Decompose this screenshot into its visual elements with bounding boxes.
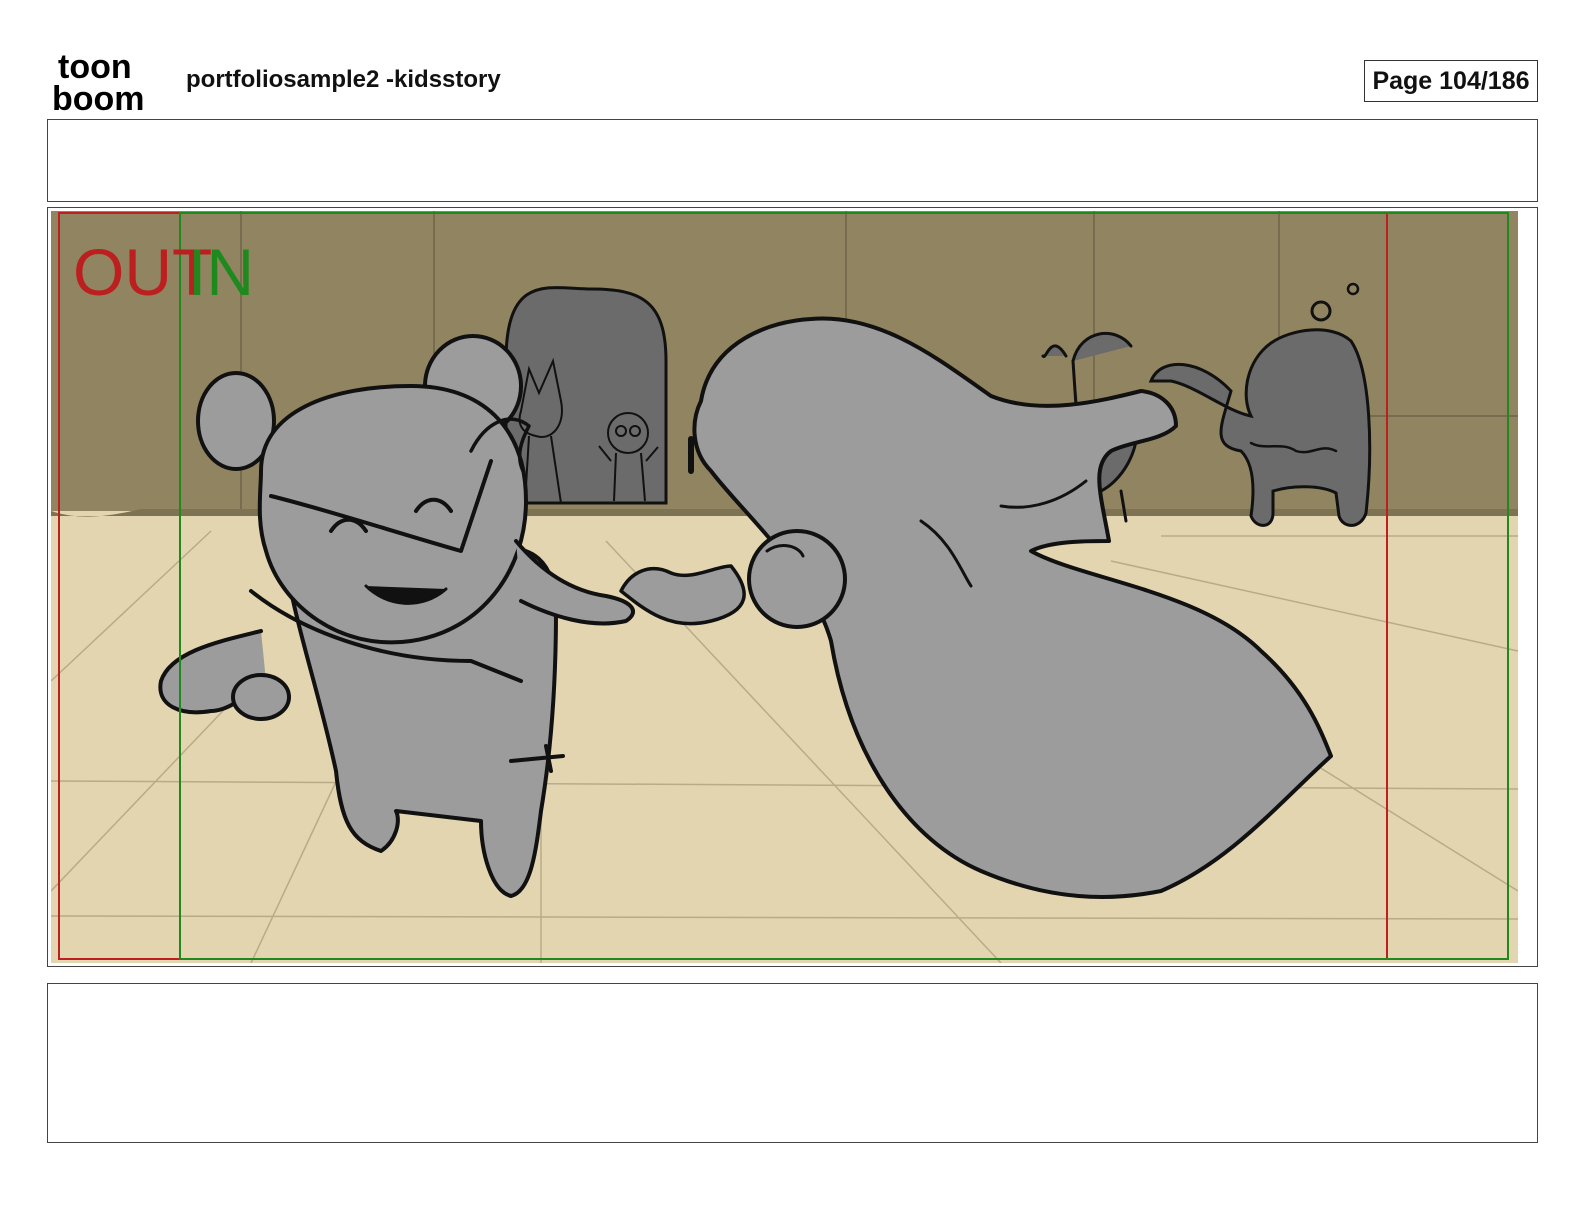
toonboom-logo: toon boom bbox=[52, 50, 145, 112]
logo-text-bottom: boom bbox=[52, 80, 145, 112]
bottom-notes-box bbox=[47, 983, 1538, 1143]
document-title: portfoliosample2 -kidsstory bbox=[186, 66, 501, 93]
top-notes-box bbox=[47, 119, 1538, 202]
page-number-badge: Page 104/186 bbox=[1364, 60, 1538, 102]
in-frame-label: IN bbox=[188, 235, 254, 309]
storyboard-panel: OUT IN bbox=[51, 211, 1518, 963]
